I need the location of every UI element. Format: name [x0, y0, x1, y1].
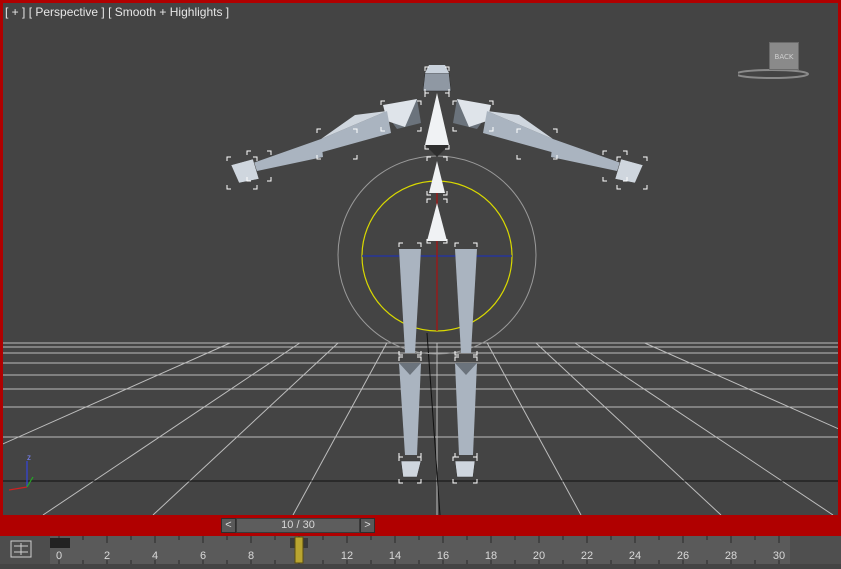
bone-neck-top[interactable] — [425, 65, 449, 73]
bone-r-calf[interactable] — [455, 363, 477, 455]
previous-frame-button[interactable]: < — [221, 518, 236, 533]
track-tick-label: 30 — [773, 550, 785, 562]
track-tick-label: 0 — [56, 550, 62, 562]
bone-head[interactable] — [422, 72, 452, 92]
bone-l-thigh[interactable] — [399, 249, 421, 353]
bone-r-foot[interactable] — [454, 460, 476, 478]
track-tick-label: 28 — [725, 550, 737, 562]
viewcube[interactable]: BACK — [738, 40, 809, 82]
track-bar-end-panel — [790, 536, 841, 564]
bone-r-thigh[interactable] — [455, 249, 477, 353]
track-bar[interactable]: 0 2 4 6 8 12 14 16 18 20 22 24 26 28 30 — [0, 536, 841, 564]
bone-spine-3[interactable] — [425, 93, 449, 145]
track-tick-label: 26 — [677, 550, 689, 562]
viewport-point-of-view-menu[interactable]: [ Perspective ] — [29, 5, 105, 19]
time-slider-thumb[interactable]: 10 / 30 — [236, 518, 360, 533]
track-tick-label: 24 — [629, 550, 641, 562]
max-window: z [ + ] [ Perspective ] [ Smooth + Highl… — [0, 0, 841, 564]
time-indicator — [294, 536, 304, 564]
track-bar-ruler[interactable]: 0 2 4 6 8 12 14 16 18 20 22 24 26 28 30 — [50, 536, 790, 564]
keyframe-marker — [50, 538, 70, 548]
bone-l-forearm[interactable] — [253, 139, 323, 171]
next-frame-button[interactable]: > — [360, 518, 375, 533]
viewport-label: [ + ] [ Perspective ] [ Smooth + Highlig… — [5, 5, 229, 19]
track-tick-label: 4 — [152, 550, 158, 562]
bone-spine-2[interactable] — [429, 161, 445, 193]
bone-r-forearm[interactable] — [551, 139, 621, 171]
track-bar-ticks[interactable]: 0 2 4 6 8 12 14 16 18 20 22 24 26 28 30 — [50, 536, 790, 564]
scene-svg[interactable]: z — [3, 3, 838, 515]
viewport-general-menu[interactable]: [ + ] — [5, 5, 25, 19]
grid-line — [292, 342, 388, 515]
track-tick-label: 18 — [485, 550, 497, 562]
bone-l-foot[interactable] — [400, 460, 422, 478]
grid-line — [535, 342, 722, 515]
track-tick-label: 16 — [437, 550, 449, 562]
track-tick-label: 12 — [341, 550, 353, 562]
track-tick-label: 8 — [248, 550, 254, 562]
viewcube-face-back[interactable]: BACK — [769, 42, 799, 70]
axis-z-label: z — [27, 453, 31, 462]
bone-spine-3-base[interactable] — [425, 145, 449, 157]
perspective-viewport[interactable]: z [ + ] [ Perspective ] [ Smooth + Highl… — [3, 3, 838, 515]
grid-line — [3, 342, 231, 445]
key-mode-icon[interactable] — [10, 540, 32, 558]
bone-l-calf[interactable] — [399, 363, 421, 455]
time-slider[interactable]: < 10 / 30 > — [0, 515, 841, 536]
track-tick-label: 20 — [533, 550, 545, 562]
axis-tripod: z — [8, 453, 34, 491]
bone-spine-1[interactable] — [427, 203, 447, 241]
track-tick-label: 14 — [389, 550, 401, 562]
track-tick-label: 6 — [200, 550, 206, 562]
grid-line — [152, 342, 339, 515]
viewport-shading-menu[interactable]: [ Smooth + Highlights ] — [108, 5, 229, 19]
grid-line — [486, 342, 582, 515]
grid-line — [644, 342, 838, 430]
track-tick-label: 2 — [104, 550, 110, 562]
track-tick-label: 22 — [581, 550, 593, 562]
world-y-axis-line — [426, 332, 441, 515]
